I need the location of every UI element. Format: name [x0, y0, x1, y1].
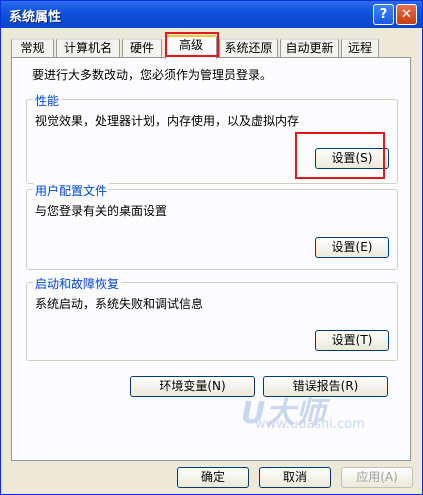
admin-note: 要进行大多数改动，您必须作为管理员登录。 — [32, 68, 273, 82]
tab-automatic-updates[interactable]: 自动更新 — [280, 38, 339, 57]
tab-remote[interactable]: 远程 — [341, 38, 379, 57]
tab-hardware[interactable]: 硬件 — [122, 38, 162, 57]
startup-recovery-desc: 系统启动，系统失败和调试信息 — [35, 297, 204, 311]
tab-general[interactable]: 常规 — [11, 38, 54, 57]
watermark-url: www.udashi.com — [255, 417, 365, 432]
apply-button[interactable]: 应用(A) — [341, 467, 413, 488]
startup-recovery-title: 启动和故障恢复 — [33, 275, 122, 292]
cancel-button[interactable]: 取消 — [259, 467, 331, 488]
performance-button-highlight — [295, 132, 385, 179]
performance-desc: 视觉效果，处理器计划，内存使用，以及虚拟内存 — [35, 114, 300, 128]
advanced-tab-highlight — [165, 32, 219, 57]
window-title: 系统属性 — [9, 10, 62, 25]
user-profiles-title: 用户配置文件 — [33, 182, 110, 199]
title-bar[interactable]: 系统属性 ? ✕ — [1, 1, 422, 28]
user-profiles-settings-button[interactable]: 设置(E) — [315, 237, 389, 258]
close-button[interactable]: ✕ — [396, 4, 417, 25]
help-button[interactable]: ? — [373, 4, 394, 25]
startup-recovery-settings-button[interactable]: 设置(T) — [315, 330, 389, 351]
user-profiles-desc: 与您登录有关的桌面设置 — [35, 204, 168, 218]
close-icon: ✕ — [401, 7, 412, 22]
ok-button[interactable]: 确定 — [177, 467, 249, 488]
user-profiles-group: 用户配置文件 与您登录有关的桌面设置 设置(E) — [26, 182, 398, 270]
help-icon: ? — [379, 7, 388, 22]
tab-system-restore[interactable]: 系统还原 — [219, 38, 278, 57]
tab-computer-name[interactable]: 计算机名 — [56, 38, 120, 57]
startup-recovery-group: 启动和故障恢复 系统启动，系统失败和调试信息 设置(T) — [26, 275, 398, 361]
performance-title: 性能 — [33, 92, 62, 109]
udashi-watermark: U大师 www.udashi.com — [233, 388, 373, 432]
system-properties-dialog: 系统属性 ? ✕ 常规 计算机名 硬件 高级 系统还原 自动更新 远程 要进行大… — [0, 0, 423, 495]
